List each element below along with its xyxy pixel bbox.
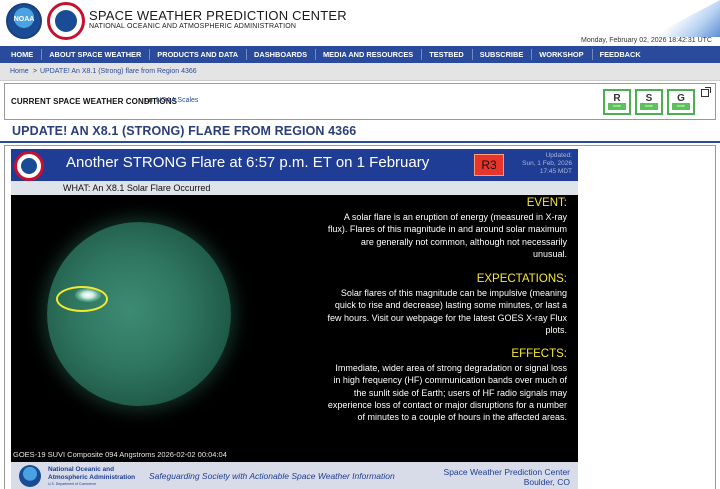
- event-heading: EVENT:: [526, 197, 567, 209]
- scale-r-status: none: [613, 104, 621, 108]
- nav-testbed[interactable]: TESTBED: [422, 49, 473, 60]
- nav-products-and-data[interactable]: PRODUCTS AND DATA: [150, 49, 248, 60]
- scale-r-indicator[interactable]: R none: [603, 89, 631, 115]
- flare-infographic: Another STRONG Flare at 6:57 p.m. ET on …: [11, 149, 578, 489]
- current-datetime: Monday, February 02, 2026 18:42:31 UTC: [580, 37, 712, 44]
- breadcrumb-current: UPDATE! An X8.1 (Strong) flare from Regi…: [40, 68, 197, 75]
- breadcrumb-separator: >: [33, 68, 38, 75]
- what-text: WHAT: An X8.1 Solar Flare Occurred: [63, 183, 211, 193]
- scale-s-indicator[interactable]: S none: [635, 89, 663, 115]
- expectations-text: Solar flares of this magnitude can be im…: [327, 288, 567, 335]
- sun-image: [47, 222, 231, 406]
- nav-subscribe[interactable]: SUBSCRIBE: [473, 49, 533, 60]
- site-title[interactable]: SPACE WEATHER PREDICTION CENTER: [89, 8, 347, 23]
- expectations-heading: EXPECTATIONS:: [476, 273, 567, 285]
- main-nav: HOME ABOUT SPACE WEATHER PRODUCTS AND DA…: [0, 46, 720, 63]
- noaa-footer-logo-icon: [19, 465, 41, 487]
- breadcrumb-home[interactable]: Home: [10, 68, 29, 75]
- updated-label: Updated:: [545, 152, 572, 159]
- scale-g-indicator[interactable]: G none: [667, 89, 695, 115]
- noaa-scales-link[interactable]: NOAA Scales: [156, 97, 198, 104]
- event-section: EVENT: A solar flare is an eruption of e…: [327, 197, 567, 260]
- external-link-icon[interactable]: [701, 87, 711, 97]
- nav-home[interactable]: HOME: [4, 49, 43, 60]
- noaa-logo-text: NOAA: [13, 16, 35, 23]
- effects-heading: EFFECTS:: [511, 348, 567, 360]
- nws-logo[interactable]: [47, 2, 85, 40]
- site-subtitle: NATIONAL OCEANIC AND ATMOSPHERIC ADMINIS…: [89, 23, 297, 30]
- scale-g-status: none: [677, 104, 685, 108]
- effects-section: EFFECTS: Immediate, wider area of strong…: [327, 348, 567, 423]
- infographic-footer: National Oceanic and Atmospheric Adminis…: [11, 462, 578, 489]
- current-conditions-panel: CURRENT SPACE WEATHER CONDITIONS on NOAA…: [4, 83, 716, 120]
- nws-logo-icon: [14, 151, 44, 181]
- conditions-on-text: on: [145, 97, 153, 104]
- image-caption: GOES-19 SUVI Composite 094 Angstroms 202…: [13, 450, 227, 459]
- breadcrumb: Home > UPDATE! An X8.1 (Strong) flare fr…: [0, 63, 720, 81]
- noaa-logo[interactable]: NOAA: [6, 3, 42, 39]
- updated-time: 17:45 MDT: [539, 168, 572, 175]
- event-text: A solar flare is an eruption of energy (…: [327, 212, 567, 259]
- scale-s-status: none: [645, 104, 653, 108]
- nav-workshop[interactable]: WORKSHOP: [532, 49, 593, 60]
- footer-dept: U.S. Department of Commerce: [48, 482, 97, 486]
- updated-info: Updated: Sun, 1 Feb, 2026 17:45 MDT: [516, 152, 572, 176]
- nav-about-space-weather[interactable]: ABOUT SPACE WEATHER: [42, 49, 151, 60]
- flare-highlight-ellipse: [56, 286, 108, 312]
- infographic-headline: Another STRONG Flare at 6:57 p.m. ET on …: [66, 154, 430, 171]
- title-divider: [0, 141, 720, 143]
- footer-tagline: Safeguarding Society with Actionable Spa…: [149, 471, 395, 481]
- expectations-section: EXPECTATIONS: Solar flares of this magni…: [327, 273, 567, 336]
- site-header: NOAA SPACE WEATHER PREDICTION CENTER NAT…: [0, 0, 720, 46]
- footer-center: Space Weather Prediction Center Boulder,…: [443, 467, 570, 487]
- infographic-header-bar: Another STRONG Flare at 6:57 p.m. ET on …: [11, 149, 578, 181]
- header-swoosh-decoration: [650, 0, 720, 37]
- page-title: UPDATE! AN X8.1 (STRONG) FLARE FROM REGI…: [12, 124, 357, 138]
- what-bar: WHAT: An X8.1 Solar Flare Occurred: [11, 181, 578, 195]
- effects-text: Immediate, wider area of strong degradat…: [327, 363, 567, 423]
- nav-media-and-resources[interactable]: MEDIA AND RESOURCES: [316, 49, 423, 60]
- nav-feedback[interactable]: FEEDBACK: [593, 49, 649, 60]
- footer-org-name: National Oceanic and Atmospheric Adminis…: [48, 466, 136, 481]
- r3-scale-badge: R3: [474, 154, 504, 176]
- nav-dashboards[interactable]: DASHBOARDS: [247, 49, 317, 60]
- updated-date: Sun, 1 Feb, 2026: [522, 160, 572, 167]
